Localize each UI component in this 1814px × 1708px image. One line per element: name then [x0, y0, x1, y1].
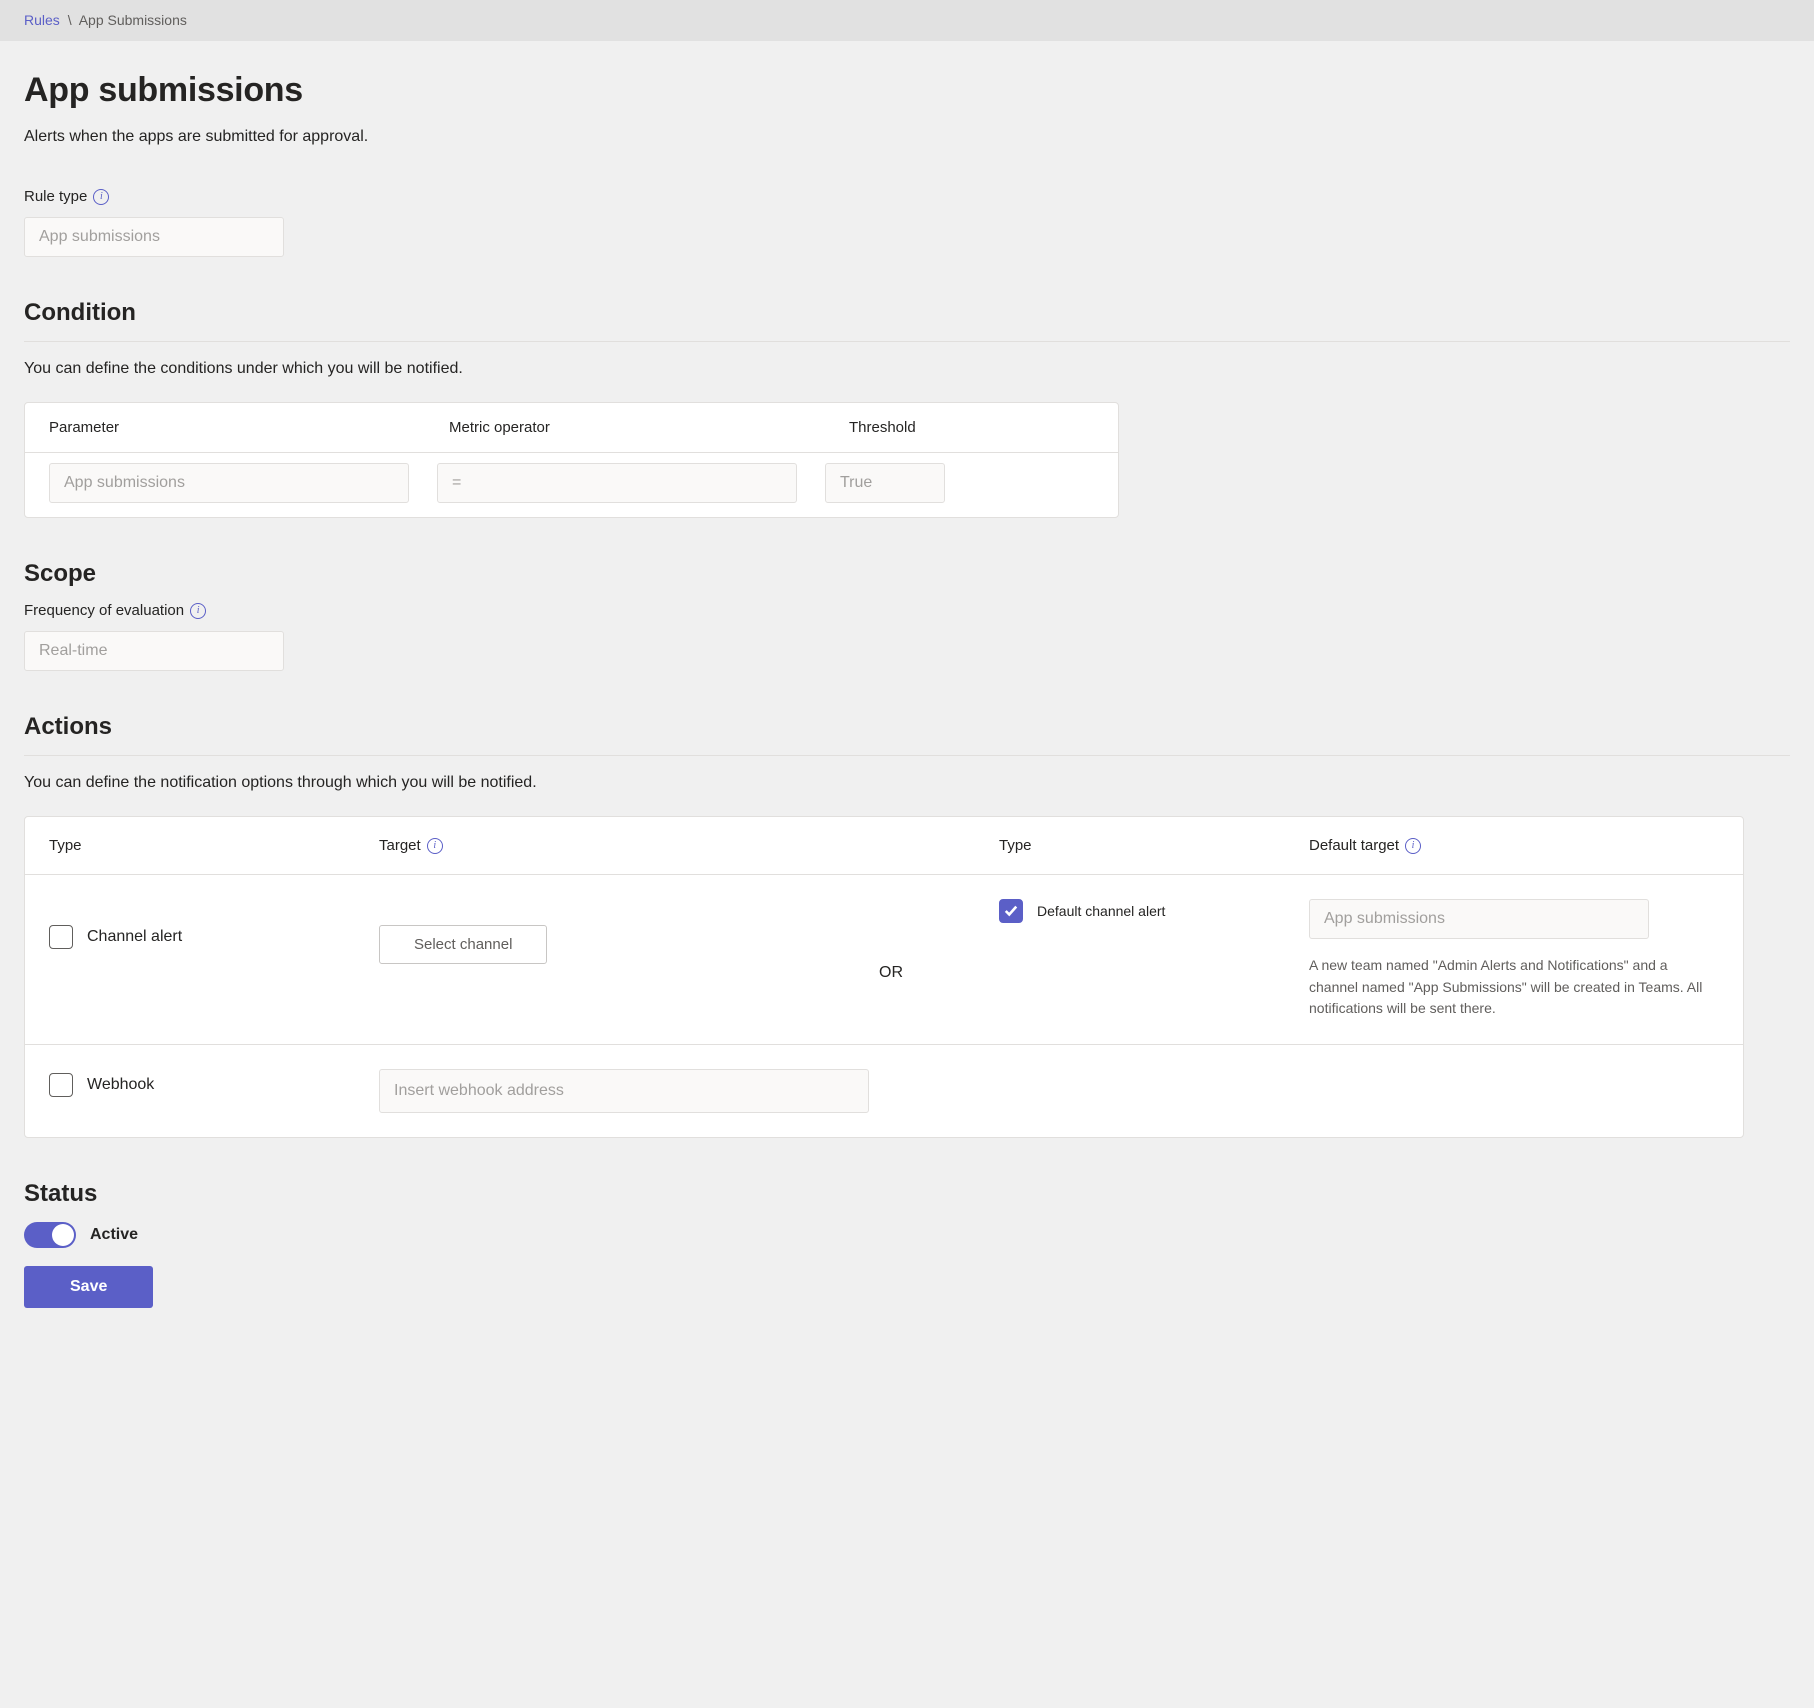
breadcrumb-separator: \	[68, 12, 72, 28]
condition-col-threshold: Threshold	[849, 419, 1094, 436]
channel-alert-checkbox[interactable]	[49, 925, 73, 949]
divider	[24, 341, 1790, 342]
rule-type-label-text: Rule type	[24, 188, 87, 205]
breadcrumb-rules-link[interactable]: Rules	[24, 12, 60, 28]
or-separator: OR	[879, 938, 999, 982]
info-icon[interactable]: i	[93, 189, 109, 205]
info-icon[interactable]: i	[427, 838, 443, 854]
breadcrumb-current: App Submissions	[79, 12, 187, 28]
condition-parameter-value: App submissions	[49, 463, 409, 503]
page-title: App submissions	[24, 71, 1790, 110]
condition-card: Parameter Metric operator Threshold App …	[24, 402, 1119, 518]
rule-type-value: App submissions	[24, 217, 284, 257]
actions-row-channel: Channel alert Select channel OR Default …	[25, 875, 1743, 1045]
breadcrumb: Rules \ App Submissions	[0, 0, 1814, 41]
save-button[interactable]: Save	[24, 1266, 153, 1308]
status-toggle[interactable]	[24, 1222, 76, 1248]
webhook-label: Webhook	[87, 1076, 154, 1094]
default-target-value: App submissions	[1309, 899, 1649, 939]
actions-row-webhook: Webhook	[25, 1045, 1743, 1137]
actions-card: Type Target i Type Default target i Chan…	[24, 816, 1744, 1138]
condition-col-operator: Metric operator	[449, 419, 849, 436]
scope-heading: Scope	[24, 560, 1790, 588]
actions-heading: Actions	[24, 713, 1790, 741]
status-heading: Status	[24, 1180, 1790, 1208]
default-channel-checkbox[interactable]	[999, 899, 1023, 923]
rule-type-label: Rule type i	[24, 188, 1790, 205]
condition-threshold-value: True	[825, 463, 945, 503]
actions-col-default-target: Default target	[1309, 837, 1399, 854]
divider	[24, 755, 1790, 756]
select-channel-button[interactable]: Select channel	[379, 925, 547, 964]
actions-col-type-right: Type	[999, 837, 1309, 854]
actions-description: You can define the notification options …	[24, 774, 1790, 792]
condition-operator-value: =	[437, 463, 797, 503]
frequency-label: Frequency of evaluation i	[24, 602, 1790, 619]
webhook-checkbox[interactable]	[49, 1073, 73, 1097]
frequency-label-text: Frequency of evaluation	[24, 602, 184, 619]
channel-alert-label: Channel alert	[87, 928, 182, 946]
page-description: Alerts when the apps are submitted for a…	[24, 128, 1790, 146]
default-channel-description: A new team named "Admin Alerts and Notif…	[1309, 955, 1719, 1020]
info-icon[interactable]: i	[1405, 838, 1421, 854]
info-icon[interactable]: i	[190, 603, 206, 619]
status-label: Active	[90, 1226, 138, 1244]
condition-description: You can define the conditions under whic…	[24, 360, 1790, 378]
condition-heading: Condition	[24, 299, 1790, 327]
default-channel-label: Default channel alert	[1037, 903, 1165, 919]
actions-col-target: Target	[379, 837, 421, 854]
condition-col-parameter: Parameter	[49, 419, 449, 436]
frequency-value: Real-time	[24, 631, 284, 671]
webhook-address-input[interactable]	[379, 1069, 869, 1113]
actions-col-type-left: Type	[49, 837, 379, 854]
